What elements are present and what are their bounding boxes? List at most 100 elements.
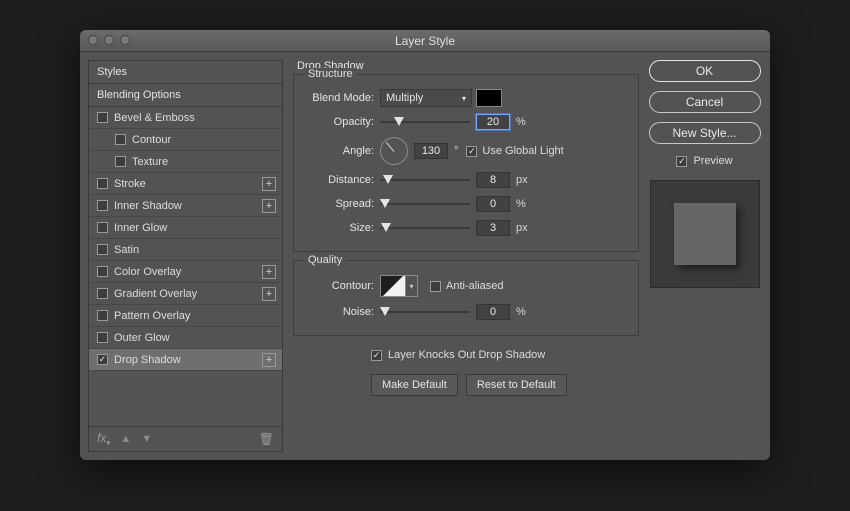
checkbox-preview[interactable] bbox=[676, 156, 687, 167]
blend-mode-value: Multiply bbox=[386, 92, 423, 104]
titlebar: Layer Style bbox=[80, 30, 770, 52]
cancel-button[interactable]: Cancel bbox=[649, 91, 761, 113]
sidebar-item-stroke[interactable]: Stroke + bbox=[89, 173, 282, 195]
sidebar-item-texture[interactable]: Texture bbox=[89, 151, 282, 173]
shadow-color-swatch[interactable] bbox=[476, 89, 502, 107]
knockout-label: Layer Knocks Out Drop Shadow bbox=[388, 349, 545, 361]
sidebar-item-inner-shadow[interactable]: Inner Shadow + bbox=[89, 195, 282, 217]
checkbox-antialias[interactable] bbox=[430, 281, 441, 292]
contour-dropdown-icon[interactable]: ▾ bbox=[406, 275, 418, 297]
preview-box bbox=[650, 180, 760, 288]
close-icon[interactable] bbox=[88, 35, 98, 45]
checkbox-bevel[interactable] bbox=[97, 112, 108, 123]
distance-label: Distance: bbox=[304, 174, 380, 186]
checkbox-contour[interactable] bbox=[115, 134, 126, 145]
new-style-button[interactable]: New Style... bbox=[649, 122, 761, 144]
checkbox-inner-shadow[interactable] bbox=[97, 200, 108, 211]
spread-slider[interactable] bbox=[380, 197, 470, 211]
checkbox-satin[interactable] bbox=[97, 244, 108, 255]
quality-fieldset: Quality Contour: ▾ Anti-aliased Noise: bbox=[293, 260, 639, 336]
sidebar-item-label: Color Overlay bbox=[114, 266, 181, 278]
checkbox-drop-shadow[interactable] bbox=[97, 354, 108, 365]
add-gradient-overlay-icon[interactable]: + bbox=[262, 287, 276, 301]
structure-legend: Structure bbox=[304, 68, 357, 80]
size-unit: px bbox=[516, 222, 528, 234]
checkbox-outer-glow[interactable] bbox=[97, 332, 108, 343]
spread-label: Spread: bbox=[304, 198, 380, 210]
checkbox-inner-glow[interactable] bbox=[97, 222, 108, 233]
sidebar-blending-options[interactable]: Blending Options bbox=[89, 84, 282, 107]
opacity-slider[interactable] bbox=[380, 115, 470, 129]
dialog-content: Styles Blending Options Bevel & Emboss C… bbox=[80, 52, 770, 460]
contour-label: Contour: bbox=[304, 280, 380, 292]
chevron-down-icon: ▾ bbox=[462, 94, 466, 103]
noise-slider[interactable] bbox=[380, 305, 470, 319]
opacity-label: Opacity: bbox=[304, 116, 380, 128]
sidebar-item-label: Inner Shadow bbox=[114, 200, 182, 212]
add-stroke-icon[interactable]: + bbox=[262, 177, 276, 191]
angle-input[interactable] bbox=[414, 143, 448, 159]
spread-input[interactable] bbox=[476, 196, 510, 212]
preview-label: Preview bbox=[693, 155, 732, 167]
blend-mode-label: Blend Mode: bbox=[304, 92, 380, 104]
checkbox-stroke[interactable] bbox=[97, 178, 108, 189]
sidebar-item-label: Texture bbox=[132, 156, 168, 168]
zoom-icon[interactable] bbox=[120, 35, 130, 45]
trash-icon[interactable]: 🗑 bbox=[259, 432, 274, 446]
move-up-icon[interactable]: ▲ bbox=[120, 433, 131, 445]
checkbox-pattern-overlay[interactable] bbox=[97, 310, 108, 321]
distance-slider[interactable] bbox=[380, 173, 470, 187]
move-down-icon[interactable]: ▼ bbox=[141, 433, 152, 445]
minimize-icon[interactable] bbox=[104, 35, 114, 45]
add-color-overlay-icon[interactable]: + bbox=[262, 265, 276, 279]
checkbox-gradient-overlay[interactable] bbox=[97, 288, 108, 299]
distance-unit: px bbox=[516, 174, 528, 186]
right-panel: OK Cancel New Style... Preview bbox=[645, 52, 770, 460]
contour-picker[interactable] bbox=[380, 275, 406, 297]
sidebar-item-satin[interactable]: Satin bbox=[89, 239, 282, 261]
make-default-button[interactable]: Make Default bbox=[371, 374, 458, 396]
distance-input[interactable] bbox=[476, 172, 510, 188]
angle-unit: ° bbox=[454, 145, 458, 157]
reset-default-button[interactable]: Reset to Default bbox=[466, 374, 567, 396]
size-input[interactable] bbox=[476, 220, 510, 236]
sidebar-item-label: Contour bbox=[132, 134, 171, 146]
dialog-title: Layer Style bbox=[395, 34, 455, 48]
opacity-input[interactable] bbox=[476, 114, 510, 130]
size-slider[interactable] bbox=[380, 221, 470, 235]
noise-unit: % bbox=[516, 306, 526, 318]
sidebar-item-pattern-overlay[interactable]: Pattern Overlay bbox=[89, 305, 282, 327]
layer-style-dialog: Layer Style Styles Blending Options Beve… bbox=[80, 30, 770, 460]
sidebar-item-drop-shadow[interactable]: Drop Shadow + bbox=[89, 349, 282, 371]
checkbox-use-global-light[interactable] bbox=[466, 146, 477, 157]
preview-swatch bbox=[674, 203, 736, 265]
angle-label: Angle: bbox=[304, 145, 380, 157]
angle-dial[interactable] bbox=[380, 137, 408, 165]
sidebar-item-label: Gradient Overlay bbox=[114, 288, 197, 300]
sidebar-item-label: Inner Glow bbox=[114, 222, 167, 234]
fx-menu-icon[interactable]: fx▾ bbox=[97, 431, 110, 447]
add-inner-shadow-icon[interactable]: + bbox=[262, 199, 276, 213]
quality-legend: Quality bbox=[304, 254, 346, 266]
sidebar-item-inner-glow[interactable]: Inner Glow bbox=[89, 217, 282, 239]
sidebar-item-label: Pattern Overlay bbox=[114, 310, 190, 322]
add-drop-shadow-icon[interactable]: + bbox=[262, 353, 276, 367]
sidebar-item-bevel-emboss[interactable]: Bevel & Emboss bbox=[89, 107, 282, 129]
checkbox-color-overlay[interactable] bbox=[97, 266, 108, 277]
ok-button[interactable]: OK bbox=[649, 60, 761, 82]
blend-mode-select[interactable]: Multiply ▾ bbox=[380, 89, 472, 107]
sidebar-item-label: Stroke bbox=[114, 178, 146, 190]
antialias-label: Anti-aliased bbox=[446, 280, 503, 292]
noise-input[interactable] bbox=[476, 304, 510, 320]
sidebar-styles-header[interactable]: Styles bbox=[89, 61, 282, 84]
sidebar-item-color-overlay[interactable]: Color Overlay + bbox=[89, 261, 282, 283]
checkbox-texture[interactable] bbox=[115, 156, 126, 167]
effect-panel: Drop Shadow Structure Blend Mode: Multip… bbox=[283, 52, 645, 460]
sidebar-item-gradient-overlay[interactable]: Gradient Overlay + bbox=[89, 283, 282, 305]
sidebar-item-contour[interactable]: Contour bbox=[89, 129, 282, 151]
structure-fieldset: Structure Blend Mode: Multiply ▾ Opacity… bbox=[293, 74, 639, 252]
sidebar-item-label: Drop Shadow bbox=[114, 354, 181, 366]
sidebar-item-outer-glow[interactable]: Outer Glow bbox=[89, 327, 282, 349]
checkbox-knockout[interactable] bbox=[371, 350, 382, 361]
sidebar-footer: fx▾ ▲ ▼ 🗑 bbox=[89, 426, 282, 451]
